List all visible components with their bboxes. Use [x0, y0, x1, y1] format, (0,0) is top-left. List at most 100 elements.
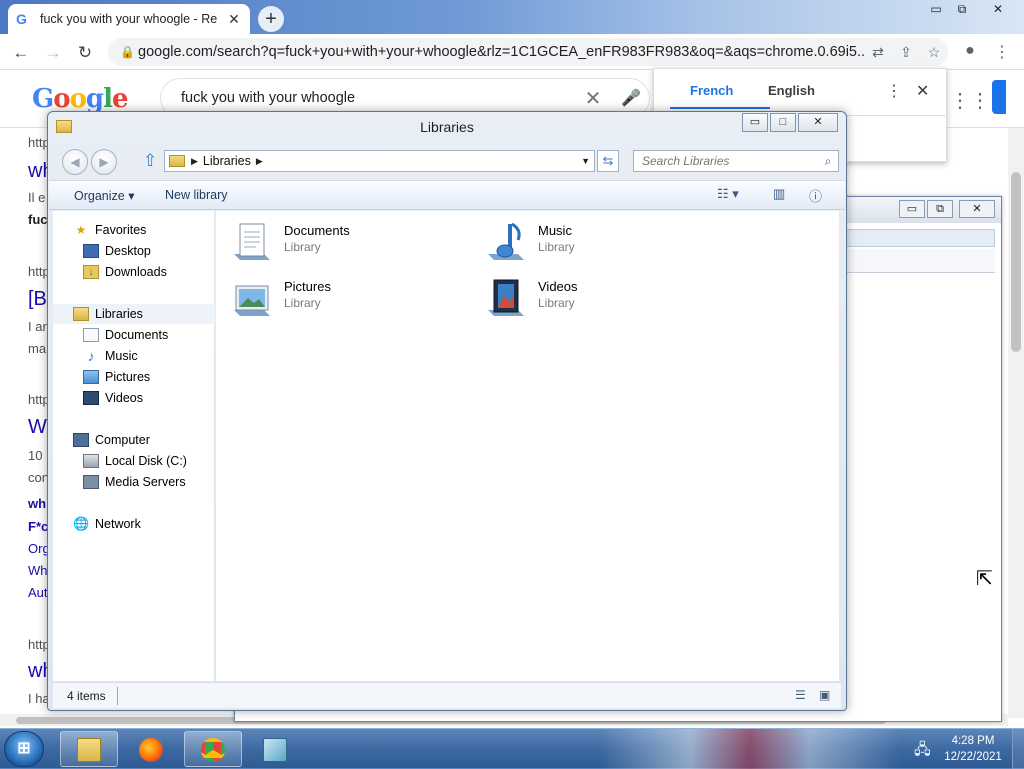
- large-icons-view-icon[interactable]: ▣: [819, 688, 830, 702]
- taskbar-wallpaper-art: [600, 729, 900, 769]
- taskbar-chrome-button[interactable]: [184, 731, 242, 767]
- address-dropdown-icon[interactable]: ▼: [581, 156, 590, 166]
- pictures-library-icon: [234, 285, 270, 316]
- translate-tab-english[interactable]: English: [768, 83, 815, 98]
- back-icon[interactable]: ←: [10, 42, 32, 64]
- system-clock[interactable]: 4:28 PM 12/22/2021: [942, 733, 1004, 765]
- mouse-cursor-icon: ⇱: [976, 568, 993, 590]
- forward-button[interactable]: ▶: [91, 149, 117, 175]
- tab-close-icon[interactable]: ✕: [226, 11, 242, 28]
- downloads-folder-icon: ↓: [83, 265, 99, 279]
- forward-icon[interactable]: →: [42, 42, 64, 64]
- preview-pane-icon[interactable]: ▥: [773, 186, 785, 202]
- details-view-icon[interactable]: ☰: [795, 688, 806, 702]
- minimize-button[interactable]: ▭: [742, 113, 768, 132]
- address-bar[interactable]: 🔒 google.com/search?q=fuck+you+with+your…: [108, 38, 948, 66]
- help-icon[interactable]: ⓘ: [809, 186, 822, 205]
- item-count: 4 items: [67, 689, 106, 703]
- nav-label: Downloads: [105, 265, 167, 279]
- bg-toolbar-strip: [845, 249, 995, 273]
- profile-icon[interactable]: ●: [958, 42, 982, 64]
- explorer-address-bar[interactable]: ▶ Libraries ▶ ▼: [164, 150, 595, 172]
- back-button[interactable]: ◀: [62, 149, 88, 175]
- nav-libraries[interactable]: Libraries: [53, 304, 215, 324]
- new-tab-button[interactable]: +: [258, 6, 284, 32]
- maximize-button[interactable]: □: [770, 113, 796, 132]
- videos-icon: [83, 391, 99, 405]
- taskbar-firefox-button[interactable]: [122, 731, 180, 767]
- minimize-button[interactable]: ▭: [922, 2, 950, 20]
- clear-search-icon[interactable]: ✕: [573, 86, 613, 111]
- change-view-icon[interactable]: ☷ ▾: [717, 186, 739, 202]
- up-arrow-icon[interactable]: ⇧: [143, 151, 157, 171]
- reload-icon[interactable]: ↻: [74, 42, 96, 64]
- videos-library-icon: [488, 279, 524, 316]
- active-tab-underline: [670, 107, 770, 109]
- sign-in-button[interactable]: [992, 80, 1006, 114]
- window-title: Libraries: [420, 119, 474, 135]
- bg-restore-button[interactable]: ⧉: [927, 200, 953, 218]
- library-item-music[interactable]: Music Library: [484, 218, 714, 266]
- library-type: Library: [284, 240, 321, 254]
- network-tray-icon[interactable]: 🖧: [914, 739, 931, 764]
- breadcrumb-arrow-icon[interactable]: ▶: [256, 156, 263, 167]
- search-libraries-input[interactable]: [640, 153, 818, 169]
- nav-computer[interactable]: Computer: [73, 430, 233, 450]
- bg-minimize-button[interactable]: ▭: [899, 200, 925, 218]
- bookmark-star-icon[interactable]: ☆: [920, 44, 948, 61]
- show-desktop-button[interactable]: [1012, 729, 1024, 769]
- libraries-window: Libraries ▭ □ ✕ ◀ ▶ ⇧ ▶ Libraries ▶ ▼ ⇆ …: [47, 111, 847, 711]
- translate-close-icon[interactable]: ✕: [916, 81, 929, 101]
- library-type: Library: [538, 296, 575, 310]
- search-query: fuck you with your whoogle: [181, 90, 356, 106]
- nav-label: Pictures: [105, 370, 151, 384]
- refresh-button[interactable]: ⇆: [597, 150, 619, 172]
- taskbar-explorer-button[interactable]: [60, 731, 118, 767]
- new-library-button[interactable]: New library: [165, 188, 228, 202]
- address-row: ◀ ▶ ⇧ ▶ Libraries ▶ ▼ ⇆ ⌕: [48, 146, 846, 176]
- navigation-pane: ★ Favorites Desktop ↓ Downloads Librarie…: [53, 211, 215, 681]
- nav-label: Network: [95, 517, 141, 531]
- libraries-titlebar[interactable]: Libraries ▭ □ ✕: [48, 112, 846, 142]
- documents-library-icon: [234, 223, 270, 260]
- tab-title: fuck you with your whoogle - Re: [40, 12, 218, 26]
- nav-favorites[interactable]: ★ Favorites: [73, 220, 233, 240]
- menu-kebab-icon[interactable]: ⋮: [990, 42, 1014, 64]
- library-type: Library: [538, 240, 575, 254]
- library-name: Music: [538, 223, 572, 238]
- lock-icon: 🔒: [120, 45, 135, 59]
- status-divider: [117, 687, 118, 705]
- desktop-icon: [83, 244, 99, 258]
- search-icon[interactable]: ⌕: [818, 154, 838, 169]
- close-button[interactable]: ✕: [798, 113, 838, 132]
- translate-tab-french[interactable]: French: [690, 83, 733, 98]
- libraries-icon: [73, 307, 89, 321]
- nav-network[interactable]: 🌐 Network: [73, 514, 233, 534]
- nav-label: Local Disk (C:): [105, 454, 187, 468]
- cubes-app-icon: [263, 738, 287, 762]
- browser-tab[interactable]: G fuck you with your whoogle - Re ✕: [8, 4, 250, 34]
- restore-button[interactable]: ⧉: [948, 2, 976, 20]
- scroll-thumb[interactable]: [1011, 172, 1021, 352]
- search-libraries-box[interactable]: ⌕: [633, 150, 839, 172]
- library-item-pictures[interactable]: Pictures Library: [230, 274, 460, 322]
- organize-button[interactable]: Organize ▾: [74, 188, 134, 203]
- status-bar: 4 items ☰ ▣: [53, 682, 841, 708]
- library-item-documents[interactable]: Documents Library: [230, 218, 460, 266]
- voice-search-icon[interactable]: 🎤: [613, 88, 649, 108]
- start-button[interactable]: ⊞: [4, 731, 44, 767]
- share-icon[interactable]: ⇪: [892, 44, 920, 61]
- taskbar-app-button[interactable]: [246, 731, 304, 767]
- windows-logo-icon: ⊞: [17, 740, 31, 757]
- page-vertical-scrollbar[interactable]: [1008, 128, 1024, 718]
- translate-options-icon[interactable]: ⋮: [886, 81, 902, 101]
- breadcrumb-arrow-icon[interactable]: ▶: [191, 156, 198, 167]
- google-logo[interactable]: Google: [32, 84, 129, 114]
- bg-close-button[interactable]: ✕: [959, 200, 995, 218]
- nav-label: Libraries: [95, 307, 143, 321]
- translate-icon[interactable]: ⇄: [864, 44, 892, 61]
- clock-date: 12/22/2021: [944, 751, 1002, 763]
- close-window-button[interactable]: ✕: [984, 2, 1012, 20]
- library-item-videos[interactable]: Videos Library: [484, 274, 714, 322]
- breadcrumb-libraries[interactable]: Libraries: [203, 154, 251, 168]
